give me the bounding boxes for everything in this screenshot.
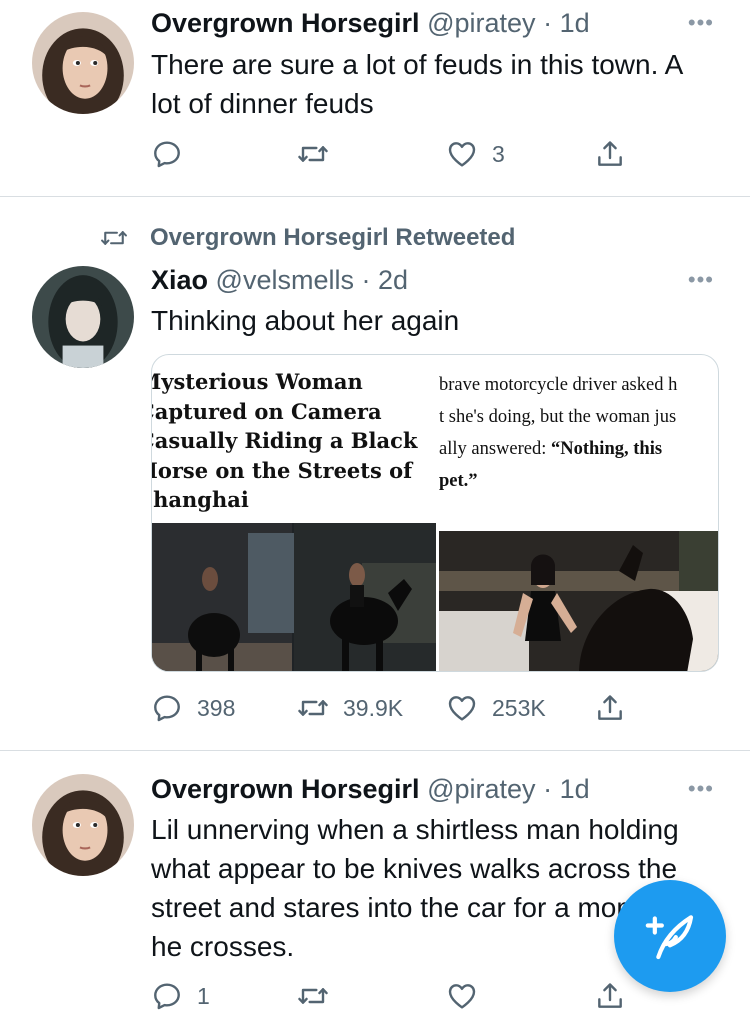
share-button[interactable] [594, 976, 626, 1016]
retweet-icon [297, 980, 329, 1012]
tweet-3[interactable]: Overgrown Horsegirl @piratey · 1d ••• Li… [0, 0, 750, 1016]
reply-button[interactable]: 1 [151, 976, 210, 1016]
author-handle[interactable]: @piratey [427, 774, 535, 804]
timestamp[interactable]: 1d [560, 774, 590, 804]
tweet-header: Overgrown Horsegirl @piratey · 1d [151, 772, 590, 806]
retweet-button[interactable] [297, 976, 343, 1016]
avatar[interactable] [32, 774, 134, 876]
share-icon [594, 980, 626, 1012]
action-bar: 1 [151, 976, 641, 1016]
like-icon [446, 980, 478, 1012]
separator-dot: · [543, 774, 553, 804]
reply-count: 1 [197, 982, 210, 1009]
author-name[interactable]: Overgrown Horsegirl [151, 774, 420, 804]
reply-icon [151, 980, 183, 1012]
more-options-icon[interactable]: ••• [688, 776, 714, 802]
like-button[interactable] [446, 976, 492, 1016]
avatar-photo [32, 774, 134, 876]
compose-tweet-icon [645, 915, 694, 960]
compose-tweet-button[interactable] [614, 880, 726, 992]
